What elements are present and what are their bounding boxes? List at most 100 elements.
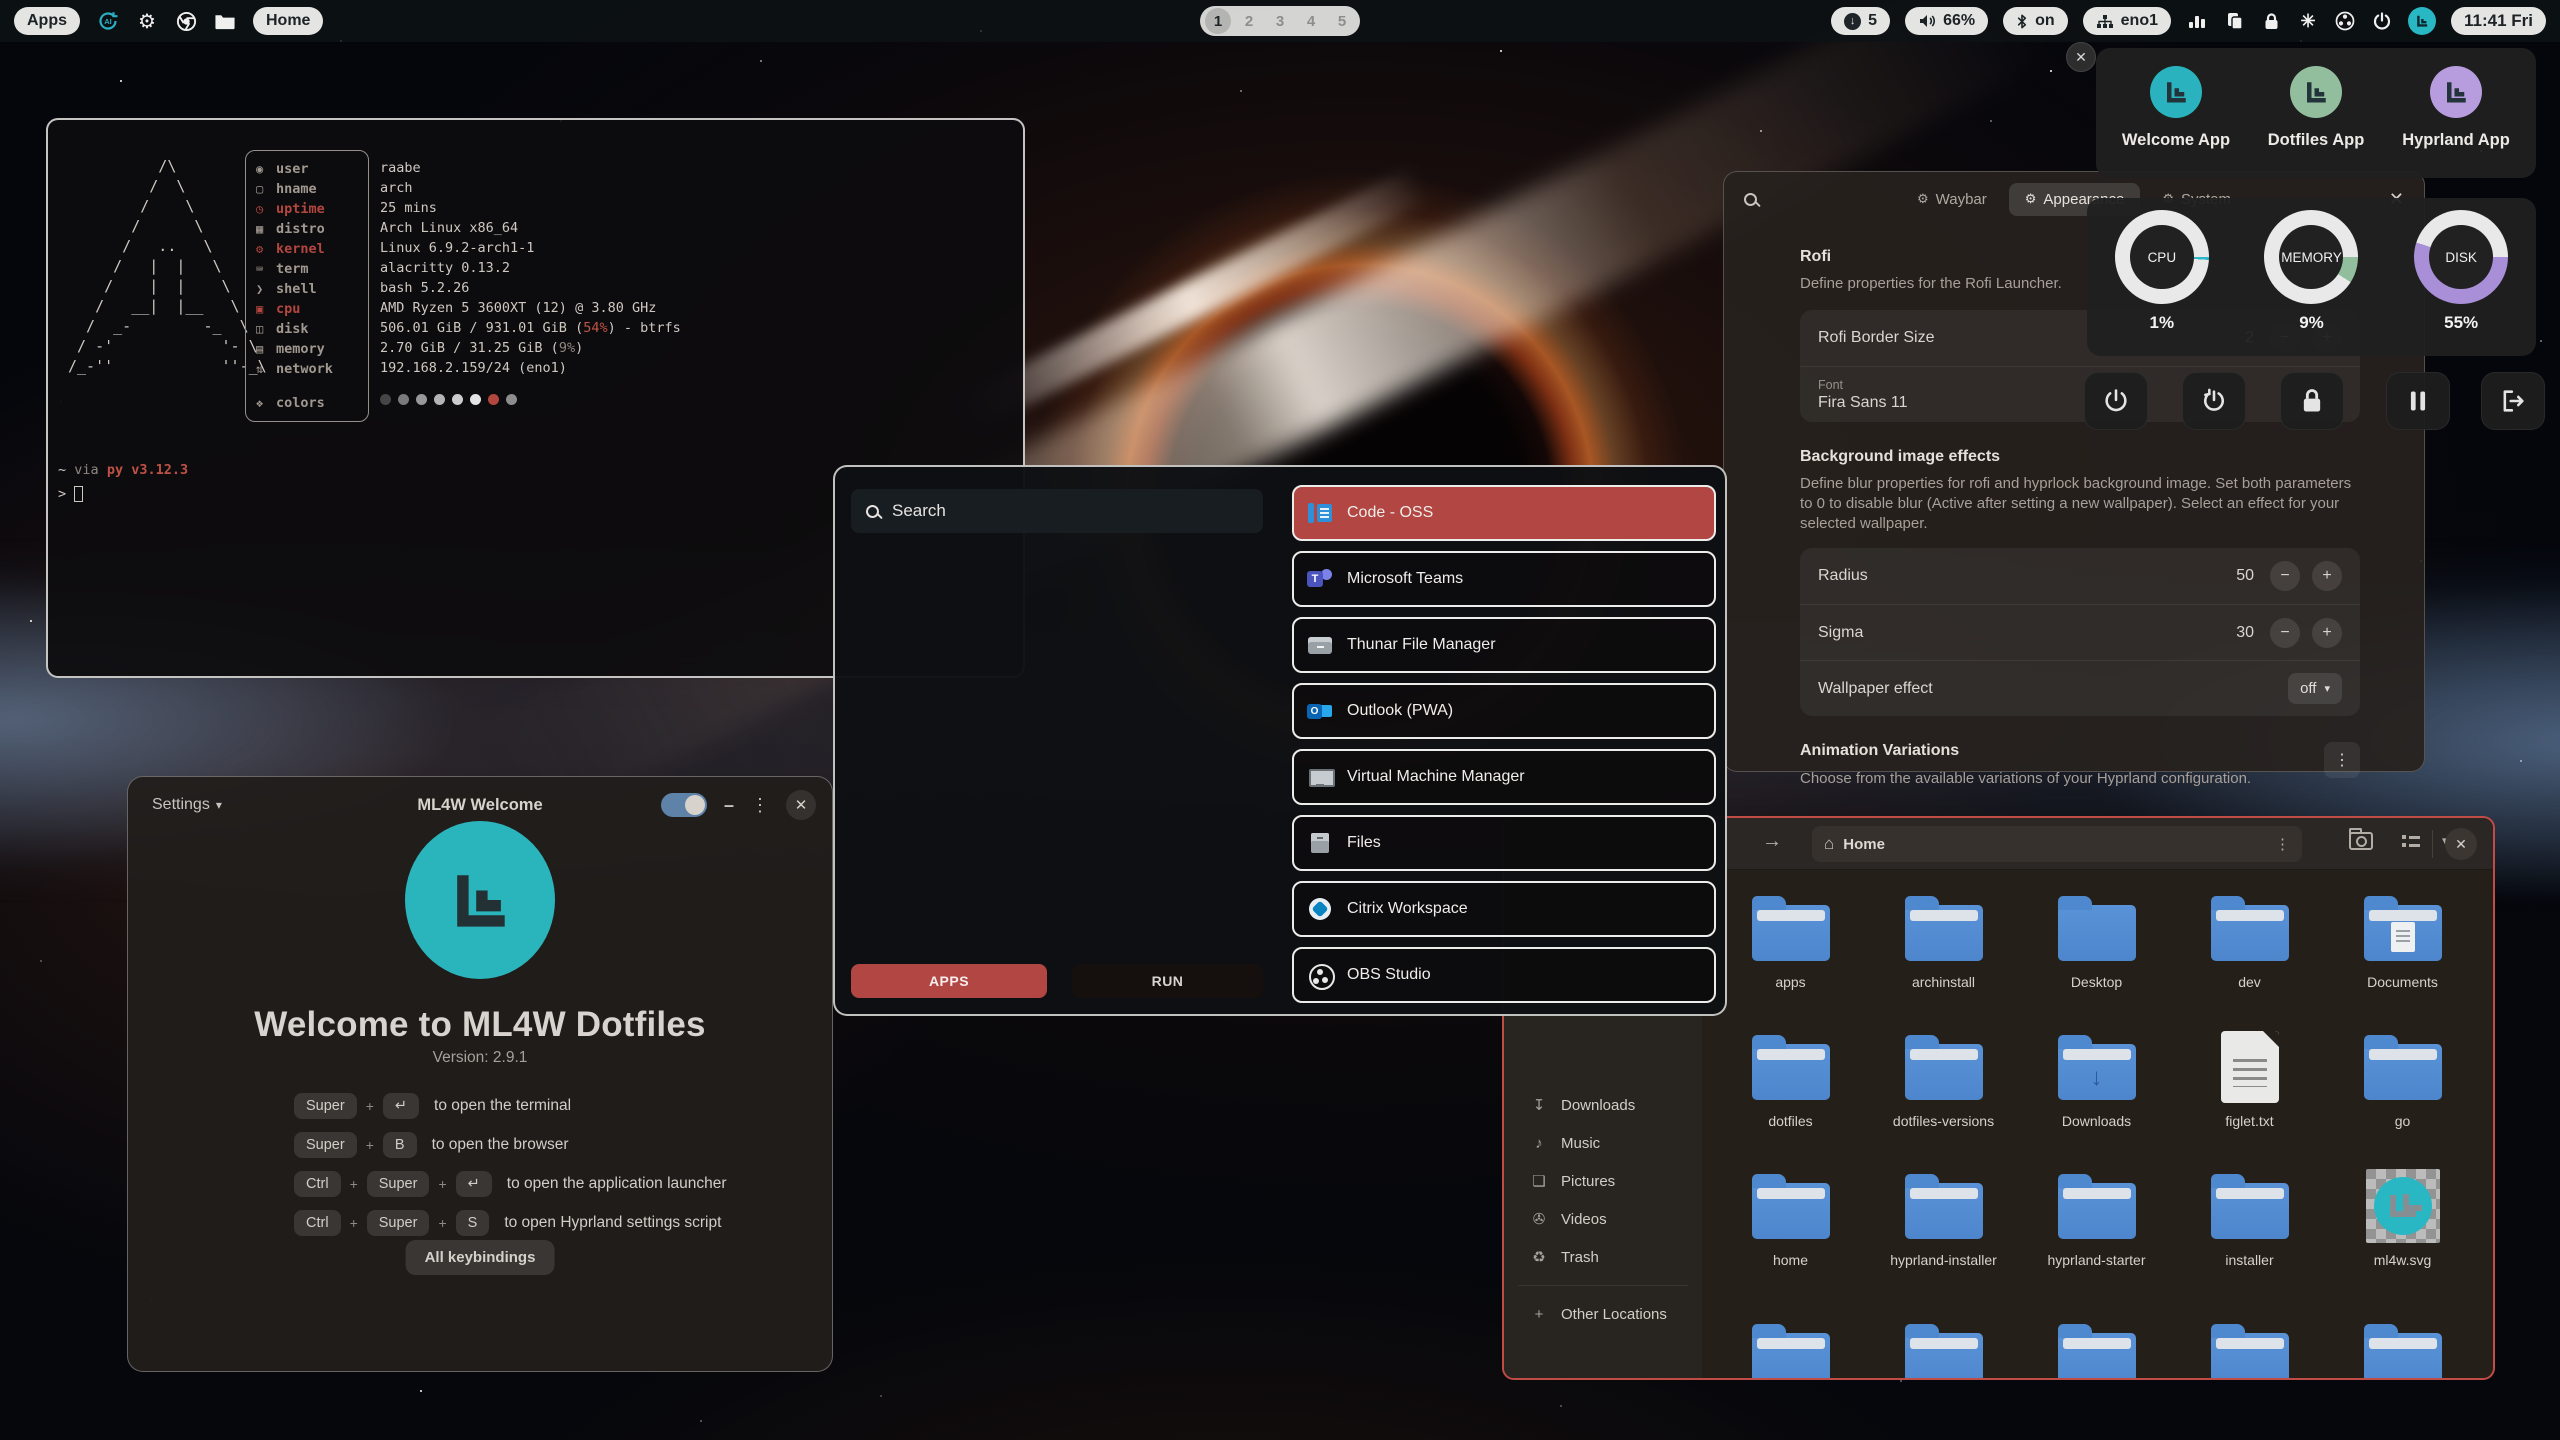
plus-stepper-button[interactable]: + bbox=[2312, 561, 2342, 591]
file-item[interactable]: hyprland-installer bbox=[1867, 1162, 2020, 1301]
file-item[interactable]: home bbox=[1714, 1162, 1867, 1301]
updates-pill[interactable]: ↓ 5 bbox=[1831, 7, 1890, 35]
app-shortcut-label: Dotfiles App bbox=[2268, 131, 2365, 150]
file-icon-partial[interactable] bbox=[2364, 1333, 2442, 1380]
logout-button[interactable] bbox=[2481, 372, 2545, 430]
rofi-entry[interactable]: Microsoft Teams bbox=[1292, 551, 1716, 607]
rofi-entry[interactable]: Files bbox=[1292, 815, 1716, 871]
file-item[interactable]: hyprland-starter bbox=[2020, 1162, 2173, 1301]
workspace-button[interactable]: 3 bbox=[1267, 8, 1293, 34]
file-icon-partial[interactable] bbox=[1905, 1333, 1983, 1380]
search-icon[interactable] bbox=[1744, 193, 1757, 206]
rofi-run-tab-button[interactable]: RUN bbox=[1072, 964, 1263, 998]
theme-toggle[interactable] bbox=[661, 793, 707, 817]
sidebar-item[interactable]: Music bbox=[1504, 1124, 1702, 1162]
gear-icon[interactable]: ⚙ bbox=[136, 10, 158, 32]
obs-icon[interactable] bbox=[2334, 10, 2356, 32]
apps-button[interactable]: Apps bbox=[14, 7, 80, 35]
close-button[interactable]: ✕ bbox=[2445, 828, 2477, 860]
suspend-button[interactable] bbox=[2386, 372, 2450, 430]
file-item[interactable]: dev bbox=[2173, 884, 2326, 1023]
workspace-button[interactable]: 2 bbox=[1236, 8, 1262, 34]
ml4w-logo-icon[interactable] bbox=[2408, 7, 2436, 35]
file-icon-partial[interactable] bbox=[2058, 1333, 2136, 1380]
shell-input-line[interactable]: > bbox=[58, 486, 83, 502]
welcome-title: ML4W Welcome bbox=[417, 796, 542, 815]
path-kebab-icon[interactable]: ⋮ bbox=[2275, 835, 2290, 853]
file-item[interactable]: Desktop bbox=[2020, 884, 2173, 1023]
rofi-entry[interactable]: Outlook (PWA) bbox=[1292, 683, 1716, 739]
fastfetch-label-row: ▣cpu bbox=[256, 299, 368, 319]
file-icon-partial[interactable] bbox=[2211, 1333, 2289, 1380]
file-item[interactable]: ml4w.svg bbox=[2326, 1162, 2479, 1301]
home-button[interactable]: Home bbox=[253, 7, 323, 35]
sidebar-item[interactable]: Downloads bbox=[1504, 1086, 1702, 1124]
rofi-search-input[interactable]: Search bbox=[851, 489, 1263, 533]
close-button[interactable]: ✕ bbox=[786, 790, 816, 820]
ml4w-logo bbox=[405, 821, 555, 979]
clock[interactable]: 11:41 Fri bbox=[2451, 7, 2546, 35]
ai-update-icon[interactable]: AI bbox=[97, 10, 119, 32]
rofi-entry[interactable]: Virtual Machine Manager bbox=[1292, 749, 1716, 805]
folder-search-icon[interactable] bbox=[2349, 832, 2373, 850]
rofi-entry[interactable]: Thunar File Manager bbox=[1292, 617, 1716, 673]
rofi-entry[interactable]: OBS Studio bbox=[1292, 947, 1716, 1003]
minus-stepper-button[interactable]: − bbox=[2270, 561, 2300, 591]
file-icon bbox=[2366, 1169, 2440, 1243]
lock-button[interactable] bbox=[2280, 372, 2344, 430]
workspace-button[interactable]: 1 bbox=[1205, 8, 1231, 34]
app-shortcut[interactable]: Dotfiles App bbox=[2246, 66, 2386, 178]
file-icon-partial[interactable] bbox=[1752, 1333, 1830, 1380]
stats-icon[interactable] bbox=[2186, 10, 2208, 32]
quickpanel-close-button[interactable]: ✕ bbox=[2066, 42, 2096, 72]
network-pill[interactable]: eno1 bbox=[2083, 7, 2171, 35]
keycap: Super bbox=[367, 1171, 430, 1197]
bluetooth-pill[interactable]: on bbox=[2003, 7, 2068, 35]
settings-tab[interactable]: ⚙Waybar bbox=[1901, 183, 2003, 216]
reboot-button[interactable] bbox=[2182, 372, 2246, 430]
app-shortcut[interactable]: Hyprland App bbox=[2386, 66, 2526, 178]
clipboard-icon[interactable] bbox=[2223, 10, 2245, 32]
fastfetch-ascii-art: /\ / \ / \ / \ / .. \ / | | \ / | | \ / … bbox=[68, 156, 267, 376]
volume-pill[interactable]: 66% bbox=[1905, 7, 1988, 35]
sidebar-item-other-locations[interactable]: + Other Locations bbox=[1504, 1295, 1702, 1333]
wallpaper-effect-dropdown[interactable]: off ▾ bbox=[2288, 673, 2342, 704]
forward-button[interactable]: → bbox=[1762, 830, 1782, 853]
file-item[interactable]: installer bbox=[2173, 1162, 2326, 1301]
lock-icon[interactable] bbox=[2260, 10, 2282, 32]
file-item[interactable]: Downloads bbox=[2020, 1023, 2173, 1162]
file-item[interactable]: dotfiles bbox=[1714, 1023, 1867, 1162]
rofi-entry[interactable]: Citrix Workspace bbox=[1292, 881, 1716, 937]
all-keybindings-button[interactable]: All keybindings bbox=[406, 1240, 555, 1275]
power-icon[interactable] bbox=[2371, 10, 2393, 32]
workspace-button[interactable]: 5 bbox=[1329, 8, 1355, 34]
welcome-window[interactable]: Settings ▾ ML4W Welcome – ⋮ ✕ Welcome to… bbox=[127, 776, 833, 1372]
settings-menu-button[interactable]: Settings ▾ bbox=[144, 790, 230, 820]
rofi-font-row[interactable]: Font Fira Sans 11 bbox=[1800, 366, 2360, 422]
path-bar[interactable]: ⌂ Home ⋮ bbox=[1812, 826, 2302, 862]
animation-kebab-button[interactable]: ⋮ bbox=[2324, 742, 2360, 778]
minus-stepper-button[interactable]: − bbox=[2270, 618, 2300, 648]
minimize-button[interactable]: – bbox=[724, 795, 734, 816]
app-shortcut[interactable]: Welcome App bbox=[2106, 66, 2246, 178]
burst-icon[interactable]: ✳ bbox=[2297, 10, 2319, 32]
folder-icon[interactable] bbox=[214, 10, 236, 32]
shutdown-button[interactable] bbox=[2084, 372, 2148, 430]
sidebar-item[interactable]: Trash bbox=[1504, 1238, 1702, 1276]
file-item[interactable]: dotfiles-versions bbox=[1867, 1023, 2020, 1162]
rofi-entry[interactable]: Code - OSS bbox=[1292, 485, 1716, 541]
workspace-button[interactable]: 4 bbox=[1298, 8, 1324, 34]
file-item[interactable]: apps bbox=[1714, 884, 1867, 1023]
file-item[interactable]: Documents bbox=[2326, 884, 2479, 1023]
kebab-menu-icon[interactable]: ⋮ bbox=[751, 795, 769, 816]
rofi-apps-tab-button[interactable]: APPS bbox=[851, 964, 1047, 998]
chrome-icon[interactable] bbox=[175, 10, 197, 32]
fastfetch-colors-row: ❖colors bbox=[256, 393, 368, 413]
file-item[interactable]: figlet.txt bbox=[2173, 1023, 2326, 1162]
sidebar-item[interactable]: Pictures bbox=[1504, 1162, 1702, 1200]
file-item[interactable]: go bbox=[2326, 1023, 2479, 1162]
sidebar-item[interactable]: Videos bbox=[1504, 1200, 1702, 1238]
file-item[interactable]: archinstall bbox=[1867, 884, 2020, 1023]
plus-stepper-button[interactable]: + bbox=[2312, 618, 2342, 648]
list-view-icon[interactable] bbox=[2402, 834, 2420, 848]
